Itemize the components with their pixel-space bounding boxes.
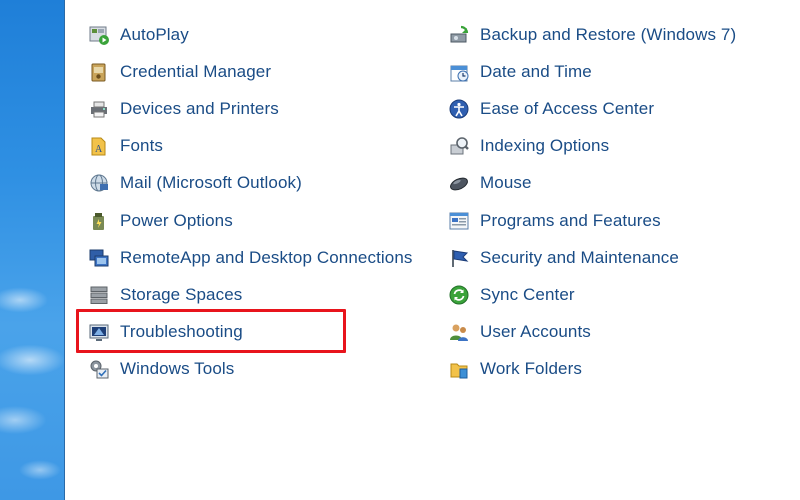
control-panel-item-label: Credential Manager	[120, 61, 272, 81]
sync-center-icon	[448, 284, 470, 306]
control-panel-item-remoteapp[interactable]: RemoteApp and Desktop Connections	[88, 239, 412, 276]
date-time-icon	[448, 61, 470, 83]
control-panel-item-label: Work Folders	[480, 359, 582, 379]
control-panel-item-ease-of-access[interactable]: Ease of Access Center	[448, 90, 736, 127]
control-panel-item-label: Mail (Microsoft Outlook)	[120, 173, 302, 193]
control-panel-column-left: AutoPlay Credential Manager Devices and …	[88, 16, 412, 388]
power-options-icon	[88, 210, 110, 232]
control-panel-item-storage-spaces[interactable]: Storage Spaces	[88, 276, 412, 313]
control-panel-item-label: Fonts	[120, 136, 164, 156]
control-panel-item-mail[interactable]: Mail (Microsoft Outlook)	[88, 165, 412, 202]
control-panel-item-troubleshooting[interactable]: Troubleshooting	[88, 314, 412, 351]
control-panel-item-label: Devices and Printers	[120, 98, 279, 118]
control-panel-item-label: Windows Tools	[120, 359, 235, 379]
control-panel-item-label: Security and Maintenance	[480, 247, 679, 267]
control-panel-item-user-accounts[interactable]: User Accounts	[448, 314, 736, 351]
mail-icon	[88, 172, 110, 194]
desktop-wallpaper	[0, 0, 64, 500]
control-panel-item-work-folders[interactable]: Work Folders	[448, 351, 736, 388]
control-panel-item-label: Backup and Restore (Windows 7)	[480, 24, 737, 44]
control-panel-item-autoplay[interactable]: AutoPlay	[88, 16, 412, 53]
control-panel-item-label: Sync Center	[480, 284, 575, 304]
fonts-icon: A	[88, 135, 110, 157]
control-panel-item-devices-printers[interactable]: Devices and Printers	[88, 90, 412, 127]
windows-tools-icon	[88, 358, 110, 380]
control-panel-item-label: Date and Time	[480, 61, 592, 81]
svg-text:A: A	[95, 144, 103, 155]
autoplay-icon	[88, 24, 110, 46]
control-panel-item-label: Mouse	[480, 173, 532, 193]
troubleshooting-icon	[88, 321, 110, 343]
control-panel-item-label: Programs and Features	[480, 210, 661, 230]
indexing-options-icon	[448, 135, 470, 157]
ease-of-access-icon	[448, 98, 470, 120]
control-panel-item-mouse[interactable]: Mouse	[448, 165, 736, 202]
control-panel-item-programs-features[interactable]: Programs and Features	[448, 202, 736, 239]
control-panel-item-backup-restore[interactable]: Backup and Restore (Windows 7)	[448, 16, 736, 53]
storage-spaces-icon	[88, 284, 110, 306]
control-panel-item-label: AutoPlay	[120, 24, 189, 44]
programs-features-icon	[448, 210, 470, 232]
control-panel-item-windows-tools[interactable]: Windows Tools	[88, 351, 412, 388]
control-panel-item-label: Power Options	[120, 210, 233, 230]
remoteapp-icon	[88, 247, 110, 269]
control-panel-item-label: RemoteApp and Desktop Connections	[120, 247, 413, 267]
control-panel-item-label: Ease of Access Center	[480, 98, 655, 118]
control-panel-item-label: Storage Spaces	[120, 284, 243, 304]
devices-printers-icon	[88, 98, 110, 120]
work-folders-icon	[448, 358, 470, 380]
control-panel-item-fonts[interactable]: A Fonts	[88, 128, 412, 165]
control-panel-item-date-time[interactable]: Date and Time	[448, 53, 736, 90]
control-panel-item-credential-manager[interactable]: Credential Manager	[88, 53, 412, 90]
mouse-icon	[448, 172, 470, 194]
control-panel-item-indexing-options[interactable]: Indexing Options	[448, 128, 736, 165]
control-panel-item-sync-center[interactable]: Sync Center	[448, 276, 736, 313]
control-panel-item-label: User Accounts	[480, 322, 591, 342]
control-panel-item-label: Troubleshooting	[120, 322, 243, 342]
user-accounts-icon	[448, 321, 470, 343]
security-maintenance-icon	[448, 247, 470, 269]
control-panel-item-power-options[interactable]: Power Options	[88, 202, 412, 239]
backup-restore-icon	[448, 24, 470, 46]
credential-manager-icon	[88, 61, 110, 83]
control-panel-item-label: Indexing Options	[480, 136, 610, 156]
control-panel-column-right: Backup and Restore (Windows 7) Date and …	[448, 16, 736, 388]
control-panel-item-security-maintenance[interactable]: Security and Maintenance	[448, 239, 736, 276]
